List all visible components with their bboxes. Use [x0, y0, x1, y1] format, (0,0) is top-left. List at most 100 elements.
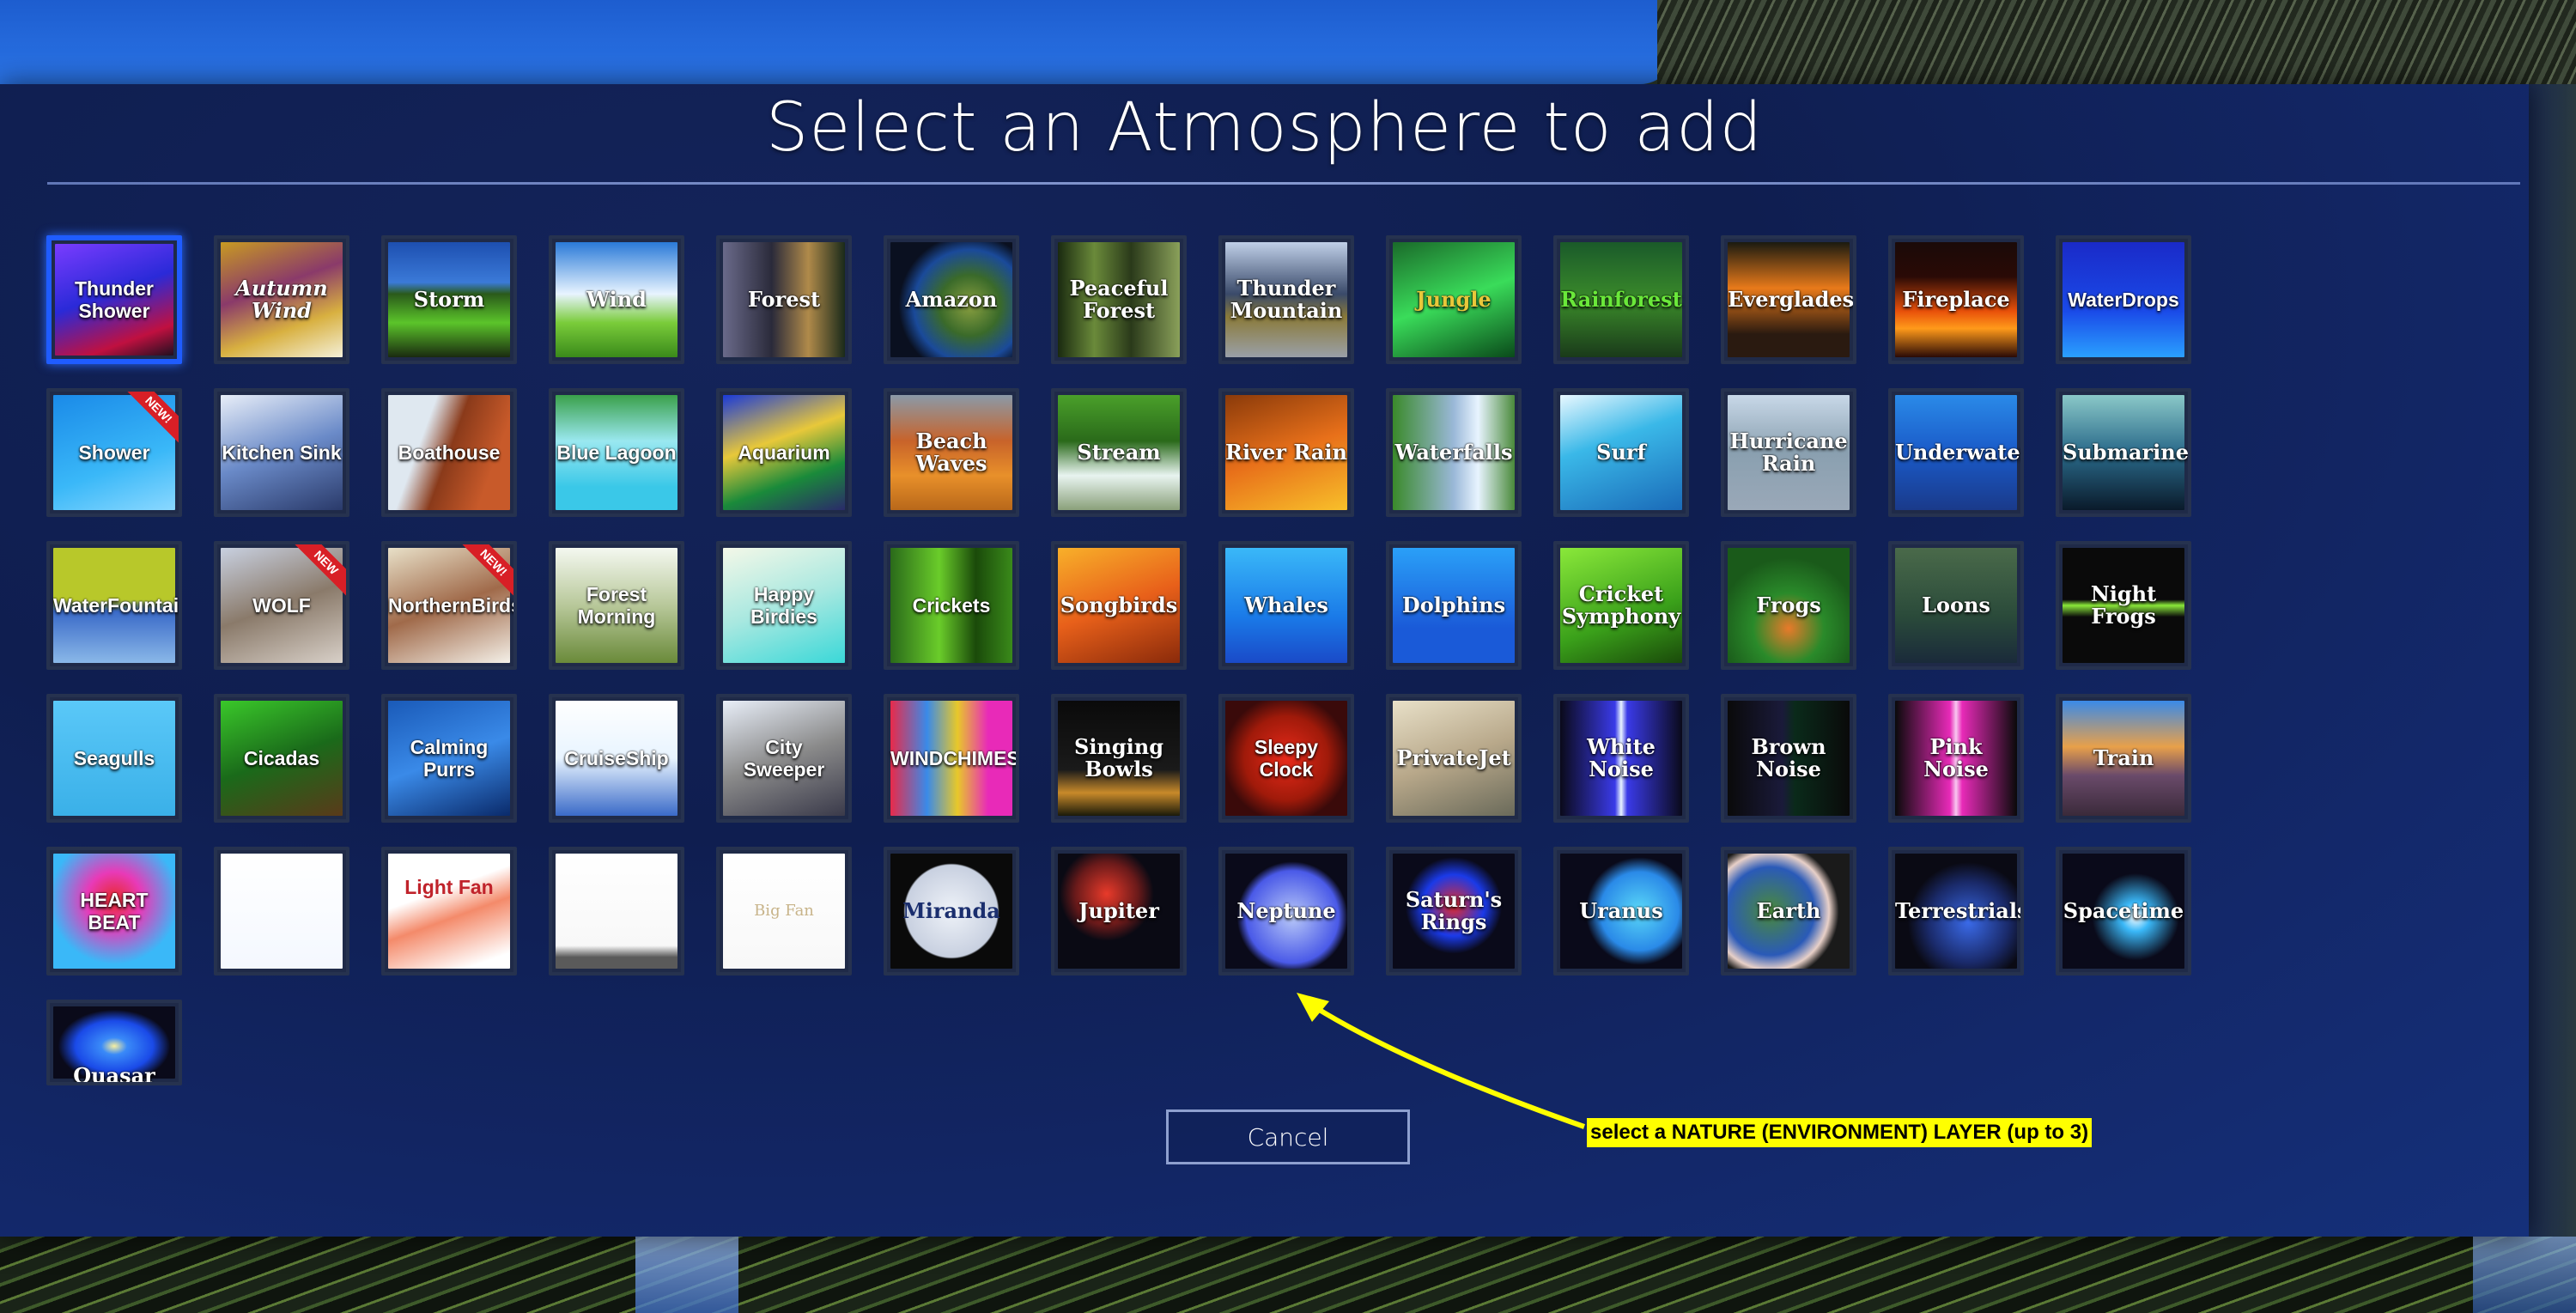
atmosphere-tile-pink-noise[interactable]: Pink Noise	[1888, 694, 2024, 823]
tile-thumbnail	[556, 854, 677, 969]
atmosphere-tile-privatejet[interactable]: PrivateJet	[1386, 694, 1522, 823]
atmosphere-tile-wind[interactable]: Wind	[549, 235, 684, 364]
atmosphere-tile-cricket-symphony[interactable]: Cricket Symphony	[1553, 541, 1689, 670]
atmosphere-tile-happy-birdies[interactable]: Happy Birdies	[716, 541, 852, 670]
tile-label: Boathouse	[398, 441, 501, 464]
atmosphere-tile-light-fan[interactable]: Light Fan	[381, 847, 517, 976]
atmosphere-tile-waterdrops[interactable]: WaterDrops	[2056, 235, 2191, 364]
tile-label: Singing Bowls	[1073, 734, 1164, 781]
atmosphere-tile-seagulls[interactable]: Seagulls	[46, 694, 182, 823]
atmosphere-tile-forest[interactable]: Forest	[716, 235, 852, 364]
atmosphere-tile-fireplace[interactable]: Fireplace	[1888, 235, 2024, 364]
atmosphere-tile-beach-waves[interactable]: Beach Waves	[884, 388, 1019, 517]
background-scenery-top	[0, 0, 2576, 84]
atmosphere-tile-aquarium[interactable]: Aquarium	[716, 388, 852, 517]
atmosphere-tile-underwater[interactable]: Underwater	[1888, 388, 2024, 517]
tile-label: Cricket Symphony	[1561, 581, 1681, 629]
tile-label: Earth	[1756, 898, 1821, 923]
atmosphere-tile-train[interactable]: Train	[2056, 694, 2191, 823]
atmosphere-tile-thunder-mountain[interactable]: Thunder Mountain	[1218, 235, 1354, 364]
cancel-button[interactable]: Cancel	[1166, 1109, 1410, 1164]
tile-label: Stream	[1077, 440, 1161, 465]
atmosphere-tile-whales[interactable]: Whales	[1218, 541, 1354, 670]
tile-label: Jupiter	[1078, 898, 1159, 923]
atmosphere-tile-rainforest[interactable]: Rainforest	[1553, 235, 1689, 364]
atmosphere-tile-city-sweeper[interactable]: City Sweeper	[716, 694, 852, 823]
atmosphere-tile-river-rain[interactable]: River Rain	[1218, 388, 1354, 517]
atmosphere-tile-stream[interactable]: Stream	[1051, 388, 1187, 517]
atmosphere-tile-terrestrials[interactable]: Terrestrials	[1888, 847, 2024, 976]
tile-label: Sleepy Clock	[1254, 736, 1319, 781]
atmosphere-tile-singing-bowls[interactable]: Singing Bowls	[1051, 694, 1187, 823]
tile-label: Spacetime	[2063, 898, 2184, 923]
atmosphere-tile-untitled-53[interactable]	[214, 847, 349, 976]
atmosphere-tile-jupiter[interactable]: Jupiter	[1051, 847, 1187, 976]
atmosphere-tile-calming-purrs[interactable]: Calming Purrs	[381, 694, 517, 823]
atmosphere-tile-kitchen-sink[interactable]: Kitchen Sink	[214, 388, 349, 517]
atmosphere-tile-waterfountain[interactable]: WaterFountain	[46, 541, 182, 670]
annotation-label: select a NATURE (ENVIRONMENT) LAYER (up …	[1587, 1118, 2093, 1147]
tile-label: Peaceful Forest	[1069, 276, 1169, 323]
atmosphere-tile-untitled-55[interactable]	[549, 847, 684, 976]
atmosphere-tile-autumn-wind[interactable]: Autumn Wind	[214, 235, 349, 364]
atmosphere-tile-everglades[interactable]: Everglades	[1721, 235, 1856, 364]
tile-label: Beach Waves	[915, 429, 987, 476]
tile-label: Whales	[1244, 593, 1328, 617]
tile-label: City Sweeper	[743, 736, 825, 781]
atmosphere-tile-crickets[interactable]: Crickets	[884, 541, 1019, 670]
atmosphere-tile-dolphins[interactable]: Dolphins	[1386, 541, 1522, 670]
tile-label: Night Frogs	[2090, 581, 2157, 629]
atmosphere-tile-uranus[interactable]: Uranus	[1553, 847, 1689, 976]
atmosphere-tile-surf[interactable]: Surf	[1553, 388, 1689, 517]
atmosphere-tile-cicadas[interactable]: Cicadas	[214, 694, 349, 823]
atmosphere-tile-thunder-shower[interactable]: Thunder Shower	[46, 235, 182, 364]
atmosphere-tile-waterfalls[interactable]: Waterfalls	[1386, 388, 1522, 517]
atmosphere-tile-northernbirds[interactable]: NEW! NorthernBirds	[381, 541, 517, 670]
atmosphere-tile-jungle[interactable]: Jungle	[1386, 235, 1522, 364]
tile-label: Loons	[1922, 593, 1990, 617]
tile-label: Surf	[1596, 440, 1646, 465]
tile-label: Happy Birdies	[750, 583, 817, 628]
atmosphere-tile-blue-lagoon[interactable]: Blue Lagoon	[549, 388, 684, 517]
atmosphere-tile-boathouse[interactable]: Boathouse	[381, 388, 517, 517]
atmosphere-tile-shower[interactable]: NEW! Shower	[46, 388, 182, 517]
atmosphere-tile-loons[interactable]: Loons	[1888, 541, 2024, 670]
atmosphere-tile-frogs[interactable]: Frogs	[1721, 541, 1856, 670]
atmosphere-tile-heart-beat[interactable]: HEART BEAT	[46, 847, 182, 976]
dialog-title: Select an Atmosphere to add	[765, 89, 1764, 167]
atmosphere-tile-sleepy-clock[interactable]: Sleepy Clock	[1218, 694, 1354, 823]
tile-label: Saturn's Rings	[1405, 887, 1503, 934]
atmosphere-tile-peaceful-forest[interactable]: Peaceful Forest	[1051, 235, 1187, 364]
tile-label: Songbirds	[1060, 593, 1178, 617]
atmosphere-picker-dialog: Select an Atmosphere to add Thunder Show…	[0, 84, 2529, 1237]
atmosphere-tile-big-fan[interactable]: Big Fan	[716, 847, 852, 976]
atmosphere-tile-saturn-s-rings[interactable]: Saturn's Rings	[1386, 847, 1522, 976]
tile-label: Autumn Wind	[235, 276, 328, 323]
tile-label: Forest Morning	[577, 583, 656, 628]
atmosphere-tile-submarine[interactable]: Submarine	[2056, 388, 2191, 517]
atmosphere-tile-cruiseship[interactable]: CruiseShip	[549, 694, 684, 823]
atmosphere-tile-earth[interactable]: Earth	[1721, 847, 1856, 976]
atmosphere-tile-amazon[interactable]: Amazon	[884, 235, 1019, 364]
atmosphere-tile-miranda[interactable]: Miranda	[884, 847, 1019, 976]
atmosphere-tile-hurricane-rain[interactable]: Hurricane Rain	[1721, 388, 1856, 517]
tile-thumbnail	[221, 854, 343, 969]
tile-label: Light Fan	[404, 875, 494, 898]
atmosphere-tile-night-frogs[interactable]: Night Frogs	[2056, 541, 2191, 670]
tile-label: Wind	[586, 287, 647, 312]
rock-image	[1657, 0, 2576, 84]
atmosphere-tile-storm[interactable]: Storm	[381, 235, 517, 364]
tile-label: Neptune	[1236, 898, 1336, 923]
atmosphere-tile-brown-noise[interactable]: Brown Noise	[1721, 694, 1856, 823]
atmosphere-tile-wolf[interactable]: NEW WOLF	[214, 541, 349, 670]
atmosphere-tile-neptune[interactable]: Neptune	[1218, 847, 1354, 976]
atmosphere-tile-quasar[interactable]: Quasar	[46, 1000, 182, 1085]
atmosphere-tile-white-noise[interactable]: White Noise	[1553, 694, 1689, 823]
atmosphere-tile-forest-morning[interactable]: Forest Morning	[549, 541, 684, 670]
atmosphere-tile-songbirds[interactable]: Songbirds	[1051, 541, 1187, 670]
tile-label: Rainforest	[1560, 287, 1682, 312]
atmosphere-tile-spacetime[interactable]: Spacetime	[2056, 847, 2191, 976]
tile-label: NorthernBirds	[388, 594, 517, 617]
atmosphere-tile-windchimes[interactable]: WINDCHIMES	[884, 694, 1019, 823]
tile-label: Aquarium	[738, 441, 830, 464]
